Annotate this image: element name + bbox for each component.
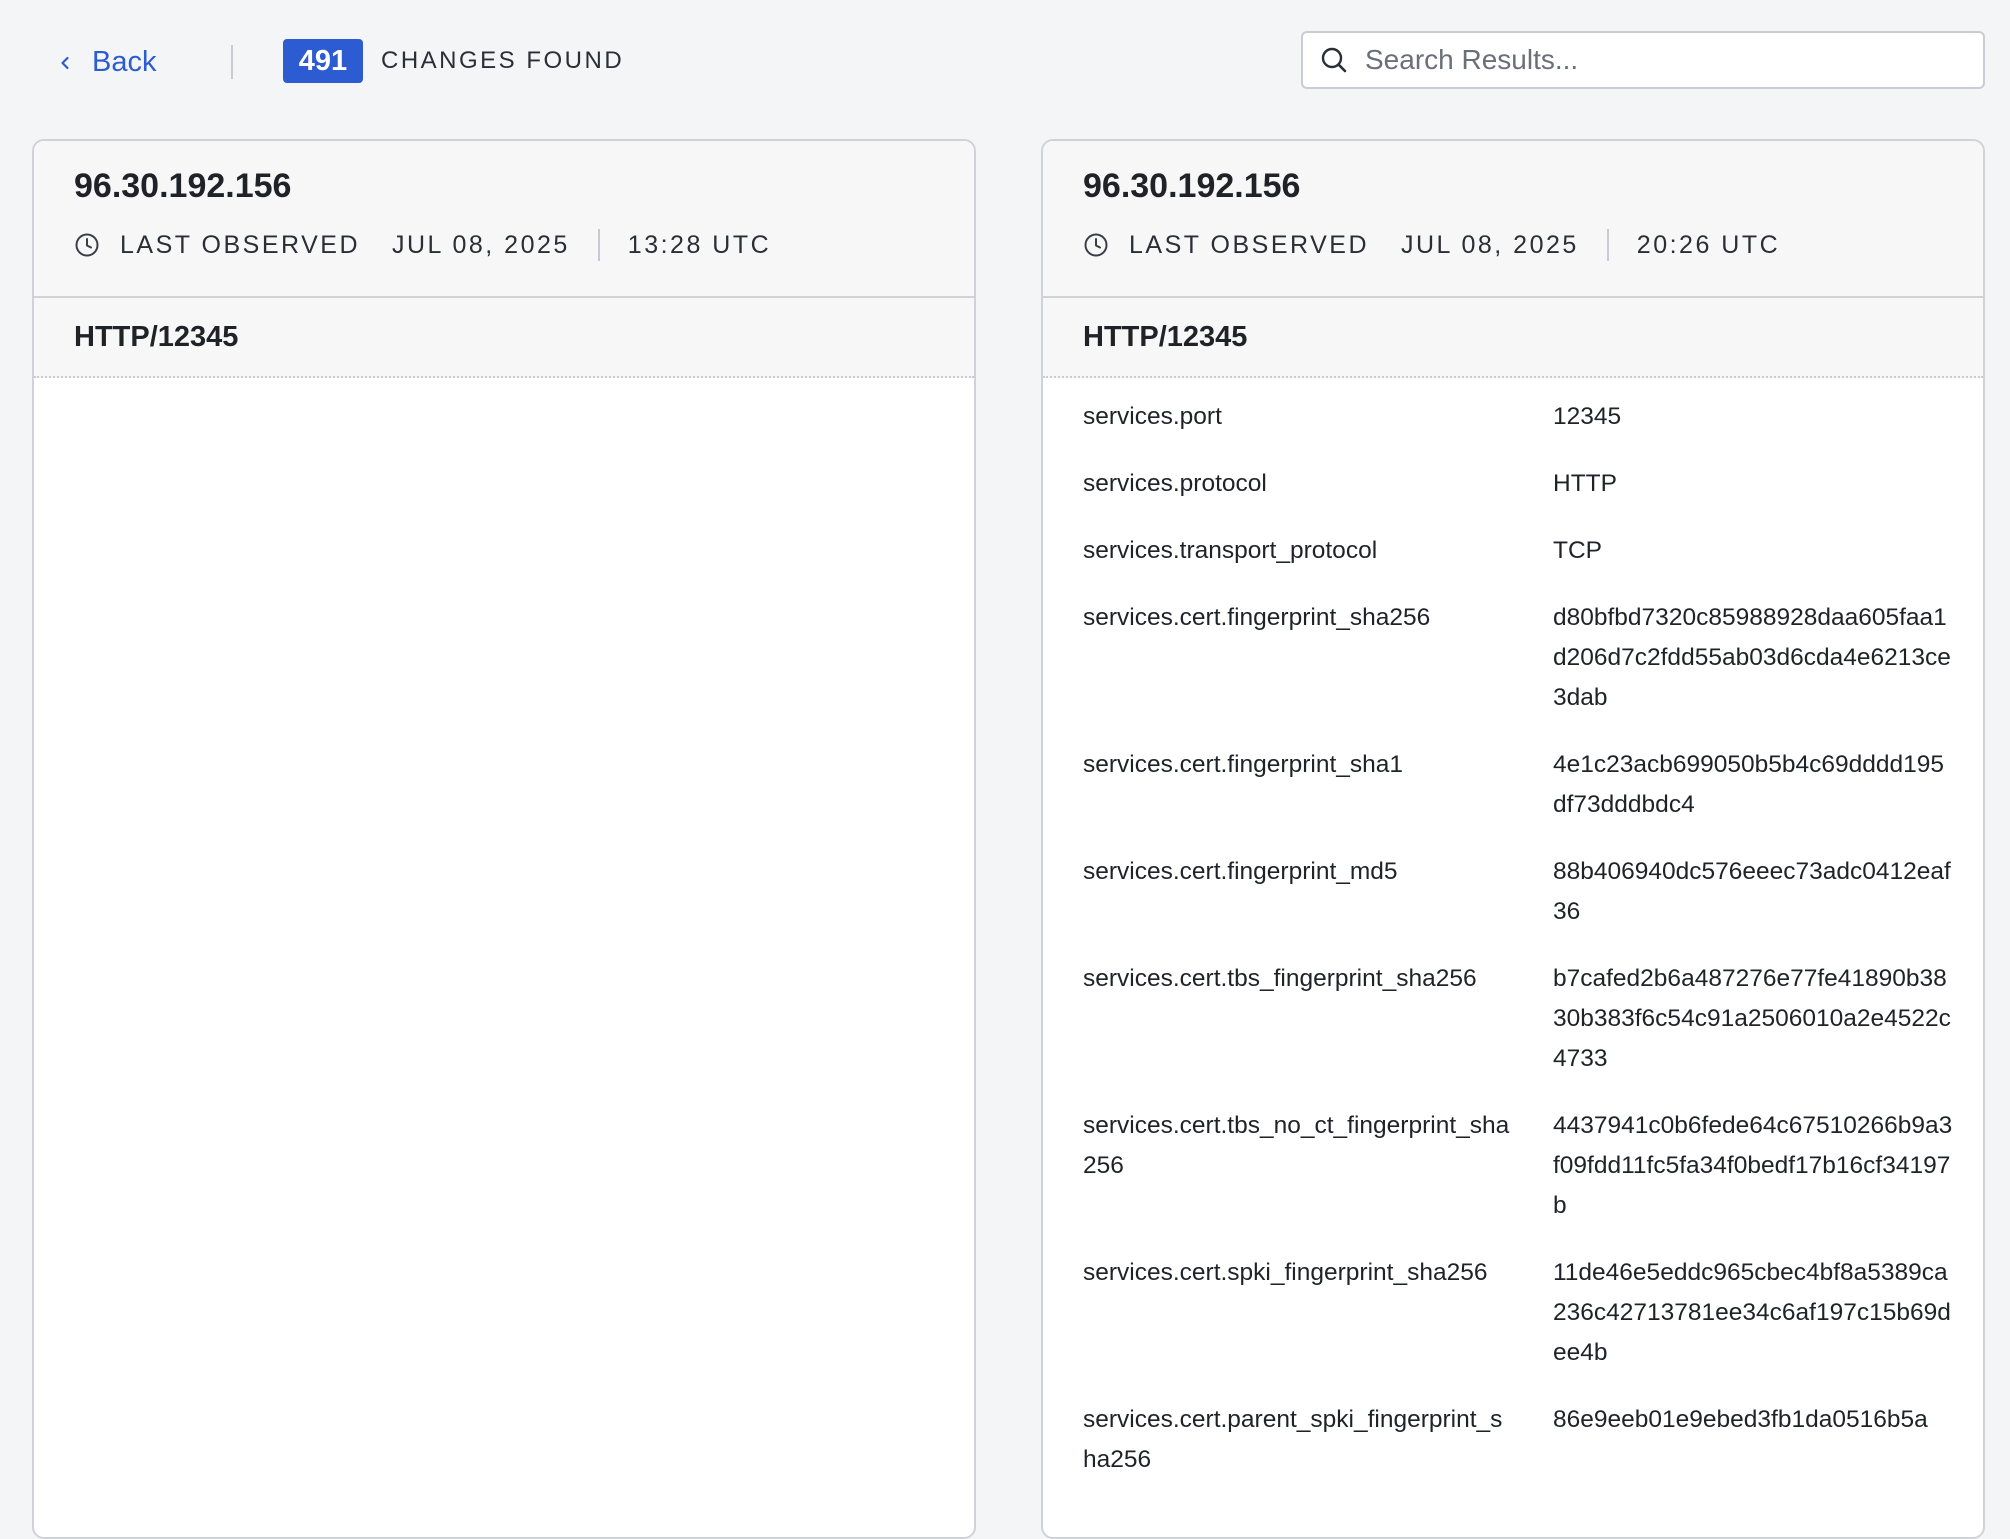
- field-key: services.cert.tbs_fingerprint_sha256: [1083, 965, 1477, 992]
- field-key: services.port: [1083, 403, 1222, 430]
- search-icon: [1321, 47, 1347, 73]
- field-key: services.cert.fingerprint_sha256: [1083, 604, 1431, 631]
- left-observed-row: LAST OBSERVED JUL 08, 2025 13:28 UTC: [74, 228, 771, 262]
- field-key: services.protocol: [1083, 470, 1267, 497]
- left-section-title: HTTP/12345: [34, 298, 974, 378]
- field-value: d80bfbd7320c85988928daa605faa1d206d7c2fd…: [1553, 604, 1951, 711]
- field-key: services.cert.fingerprint_sha1: [1083, 751, 1404, 778]
- field-key: services.cert.fingerprint_md5: [1083, 858, 1398, 885]
- field-value: 4437941c0b6fede64c67510266b9a3f09fdd11fc…: [1553, 1112, 1953, 1219]
- search-box[interactable]: [1301, 31, 1985, 89]
- field-value: 4e1c23acb699050b5b4c69dddd195df73dddbdc4: [1553, 751, 1945, 818]
- change-count-badge: 491: [283, 39, 363, 83]
- field-key: services.cert.tbs_no_ct_fingerprint_sha2…: [1083, 1112, 1510, 1179]
- left-observed-time: 13:28 UTC: [627, 230, 772, 259]
- field-value: 86e9eeb01e9ebed3fb1da0516b5a: [1553, 1406, 1928, 1433]
- field-row: services.cert.parent_spki_fingerprint_sh…: [1043, 1387, 1983, 1494]
- right-observed-date: JUL 08, 2025: [1401, 230, 1579, 259]
- left-ip-title: 96.30.192.156: [74, 167, 292, 205]
- field-key: services.transport_protocol: [1083, 537, 1378, 564]
- field-row: services.cert.tbs_no_ct_fingerprint_sha2…: [1043, 1093, 1983, 1240]
- left-observed-date: JUL 08, 2025: [392, 230, 570, 259]
- field-row: services.protocol HTTP: [1043, 451, 1983, 518]
- right-section-title: HTTP/12345: [1043, 298, 1983, 378]
- right-ip-title: 96.30.192.156: [1083, 167, 1301, 205]
- back-label: Back: [92, 45, 157, 78]
- field-row: services.cert.spki_fingerprint_sha256 11…: [1043, 1240, 1983, 1387]
- right-field-list: services.port 12345 services.protocol HT…: [1043, 378, 1983, 1494]
- field-key: services.cert.spki_fingerprint_sha256: [1083, 1259, 1488, 1286]
- right-observed-row: LAST OBSERVED JUL 08, 2025 20:26 UTC: [1083, 228, 1780, 262]
- changes-found-label: CHANGES FOUND: [381, 47, 625, 74]
- left-panel-header: 96.30.192.156 LAST OBSERVED JUL 08, 2025…: [34, 141, 974, 298]
- field-value: 88b406940dc576eeec73adc0412eaf36: [1553, 858, 1951, 925]
- chevron-left-icon: [61, 56, 69, 70]
- right-last-observed-label: LAST OBSERVED: [1129, 230, 1369, 259]
- field-value: TCP: [1553, 537, 1602, 564]
- top-bar: Back 491 CHANGES FOUND: [0, 0, 2010, 124]
- clock-icon: [1084, 233, 1108, 257]
- right-panel-header: 96.30.192.156 LAST OBSERVED JUL 08, 2025…: [1043, 141, 1983, 298]
- right-observed-time: 20:26 UTC: [1636, 230, 1781, 259]
- field-key: services.cert.parent_spki_fingerprint_sh…: [1083, 1406, 1503, 1473]
- field-row: services.cert.fingerprint_sha1 4e1c23acb…: [1043, 732, 1983, 839]
- back-button[interactable]: Back: [58, 40, 156, 84]
- search-input[interactable]: [1365, 44, 1945, 76]
- field-row: services.port 12345: [1043, 378, 1983, 451]
- left-last-observed-label: LAST OBSERVED: [120, 230, 360, 259]
- left-comparison-panel: 96.30.192.156 LAST OBSERVED JUL 08, 2025…: [32, 139, 976, 1539]
- field-value: HTTP: [1553, 470, 1617, 497]
- right-date-time-divider: [1606, 229, 1609, 261]
- field-row: services.cert.tbs_fingerprint_sha256 b7c…: [1043, 946, 1983, 1093]
- field-row: services.cert.fingerprint_md5 88b406940d…: [1043, 839, 1983, 946]
- topbar-divider: [231, 45, 233, 79]
- left-date-time-divider: [597, 229, 600, 261]
- field-value: 11de46e5eddc965cbec4bf8a5389ca236c427137…: [1553, 1259, 1951, 1366]
- field-value: 12345: [1553, 403, 1622, 430]
- field-row: services.transport_protocol TCP: [1043, 518, 1983, 585]
- right-comparison-panel: 96.30.192.156 LAST OBSERVED JUL 08, 2025…: [1041, 139, 1985, 1539]
- field-row: services.cert.fingerprint_sha256 d80bfbd…: [1043, 585, 1983, 732]
- clock-icon: [75, 233, 99, 257]
- field-value: b7cafed2b6a487276e77fe41890b3830b383f6c5…: [1553, 965, 1951, 1072]
